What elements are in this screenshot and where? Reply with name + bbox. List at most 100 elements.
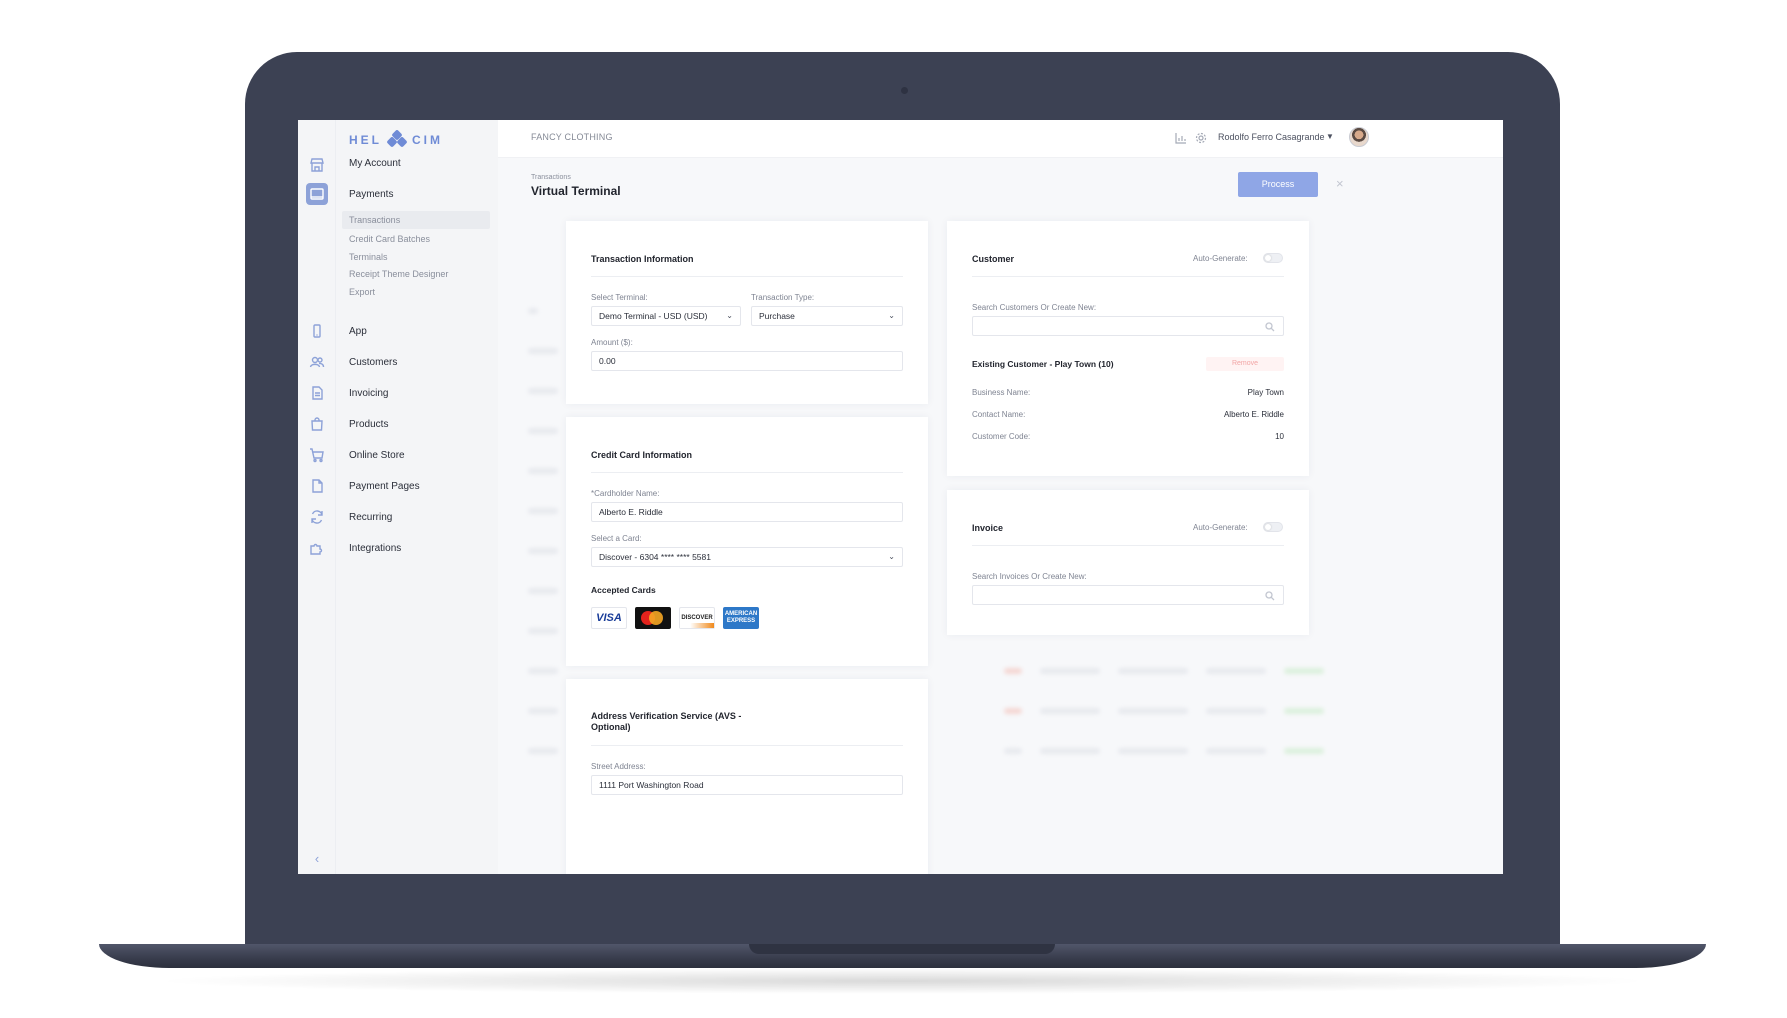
customer-code-label: Customer Code:: [972, 432, 1031, 441]
contact-name-value: Alberto E. Riddle: [1223, 410, 1284, 419]
page-title: Virtual Terminal: [531, 184, 621, 198]
sidebar-subitem-credit-card-batches[interactable]: Credit Card Batches: [349, 233, 430, 246]
field-label: Street Address:: [591, 762, 646, 771]
sidebar-item-products[interactable]: Products: [349, 418, 388, 432]
sidebar: HEL CIM My Account Payments Transactions…: [336, 120, 498, 874]
company-name[interactable]: FANCY CLOTHING: [531, 132, 613, 142]
field-label: *Cardholder Name:: [591, 489, 660, 498]
app-screen: ‹ HEL CIM My Account Payments Transactio…: [298, 120, 1503, 874]
collapse-sidebar-icon[interactable]: ‹: [310, 852, 324, 866]
existing-customer-title: Existing Customer - Play Town (10): [972, 359, 1114, 369]
payments-icon[interactable]: [306, 183, 328, 205]
top-bar: FANCY CLOTHING Rodolfo Ferro Casagrande …: [498, 120, 1503, 158]
laptop-base: [99, 944, 1706, 968]
sidebar-item-online-store[interactable]: Online Store: [349, 449, 405, 463]
breadcrumb[interactable]: Transactions: [531, 174, 571, 181]
chevron-down-icon: ⌄: [888, 311, 895, 320]
divider: [972, 276, 1284, 277]
logo-text-right: CIM: [412, 133, 443, 147]
sidebar-item-my-account[interactable]: My Account: [349, 157, 401, 171]
settings-icon[interactable]: [1195, 131, 1207, 144]
helcim-logo[interactable]: HEL CIM: [349, 129, 443, 151]
sidebar-subitem-transactions[interactable]: Transactions: [342, 211, 490, 229]
field-label: Search Invoices Or Create New:: [972, 572, 1087, 581]
contact-name-label: Contact Name:: [972, 410, 1026, 419]
sidebar-item-payment-pages[interactable]: Payment Pages: [349, 480, 420, 494]
icon-rail: ‹: [298, 120, 336, 874]
process-button[interactable]: Process: [1238, 172, 1318, 197]
sidebar-item-recurring[interactable]: Recurring: [349, 511, 392, 525]
laptop-notch: [749, 944, 1055, 954]
background-row: [528, 668, 1368, 676]
terminal-select[interactable]: Demo Terminal - USD (USD) ⌄: [591, 306, 741, 326]
divider: [591, 472, 903, 473]
main-content: Transactions Virtual Terminal Process × …: [498, 158, 1503, 874]
users-icon[interactable]: [306, 351, 328, 373]
credit-card-information-panel: Credit Card Information *Cardholder Name…: [566, 417, 928, 666]
store-icon[interactable]: [306, 154, 328, 176]
customer-panel: Customer Auto-Generate: Search Customers…: [947, 221, 1309, 476]
field-label: Amount ($):: [591, 338, 633, 347]
divider: [591, 745, 903, 746]
amount-input[interactable]: 0.00: [591, 351, 903, 371]
panel-title: Address Verification Service (AVS - Opti…: [591, 711, 761, 733]
chevron-down-icon: ⌄: [888, 552, 895, 561]
panel-title: Transaction Information: [591, 254, 694, 264]
refresh-icon[interactable]: [306, 506, 328, 528]
auto-generate-label: Auto-Generate:: [1193, 523, 1248, 532]
chevron-down-icon[interactable]: ▼: [1326, 132, 1334, 141]
sidebar-item-invoicing[interactable]: Invoicing: [349, 387, 388, 401]
panel-title: Invoice: [972, 523, 1004, 533]
laptop-shadow: [150, 968, 1655, 994]
search-icon: [1265, 320, 1277, 332]
chart-icon[interactable]: [1175, 131, 1187, 144]
phone-icon[interactable]: [306, 320, 328, 342]
page-icon[interactable]: [306, 475, 328, 497]
transaction-type-value: Purchase: [759, 311, 795, 321]
panel-title: Credit Card Information: [591, 450, 693, 460]
remove-customer-button[interactable]: Remove: [1206, 357, 1284, 371]
transaction-information-panel: Transaction Information Select Terminal:…: [566, 221, 928, 404]
sidebar-item-customers[interactable]: Customers: [349, 356, 397, 370]
bag-icon[interactable]: [306, 413, 328, 435]
invoice-search-input[interactable]: [972, 585, 1284, 605]
auto-generate-toggle[interactable]: [1263, 522, 1283, 532]
search-icon: [1265, 589, 1277, 601]
discover-logo: DISCOVER: [679, 607, 715, 629]
divider: [591, 276, 903, 277]
mastercard-logo: [635, 607, 671, 629]
logo-mark-icon: [386, 129, 408, 149]
puzzle-icon[interactable]: [306, 537, 328, 559]
cart-icon[interactable]: [306, 444, 328, 466]
user-menu[interactable]: Rodolfo Ferro Casagrande: [1218, 132, 1325, 142]
terminal-select-value: Demo Terminal - USD (USD): [599, 311, 708, 321]
sidebar-subitem-terminals[interactable]: Terminals: [349, 251, 388, 264]
avatar[interactable]: [1349, 127, 1369, 147]
sidebar-item-app[interactable]: App: [349, 325, 367, 339]
sidebar-subitem-export[interactable]: Export: [349, 286, 375, 299]
document-icon[interactable]: [306, 382, 328, 404]
divider: [972, 545, 1284, 546]
transaction-type-select[interactable]: Purchase ⌄: [751, 306, 903, 326]
street-address-input[interactable]: 1111 Port Washington Road: [591, 775, 903, 795]
customer-search-input[interactable]: [972, 316, 1284, 336]
card-select[interactable]: Discover - 6304 **** **** 5581 ⌄: [591, 547, 903, 567]
avs-panel: Address Verification Service (AVS - Opti…: [566, 679, 928, 874]
auto-generate-toggle[interactable]: [1263, 253, 1283, 263]
business-name-label: Business Name:: [972, 388, 1031, 397]
auto-generate-label: Auto-Generate:: [1193, 254, 1248, 263]
sidebar-subitem-receipt-theme-designer[interactable]: Receipt Theme Designer: [349, 268, 448, 281]
field-label: Search Customers Or Create New:: [972, 303, 1097, 312]
camera: [901, 87, 908, 94]
avs-title-line-1: Address Verification Service (AVS -: [591, 711, 742, 721]
sidebar-item-integrations[interactable]: Integrations: [349, 542, 401, 556]
panel-title: Customer: [972, 254, 1015, 264]
card-select-value: Discover - 6304 **** **** 5581: [599, 552, 711, 562]
chevron-down-icon: ⌄: [726, 311, 733, 320]
sidebar-item-payments[interactable]: Payments: [349, 188, 393, 202]
avs-title-line-2: Optional): [591, 722, 631, 732]
cardholder-name-input[interactable]: Alberto E. Riddle: [591, 502, 903, 522]
field-label: Select Terminal:: [591, 293, 648, 302]
customer-code-value: 10: [1275, 432, 1284, 441]
close-icon[interactable]: ×: [1336, 176, 1344, 191]
